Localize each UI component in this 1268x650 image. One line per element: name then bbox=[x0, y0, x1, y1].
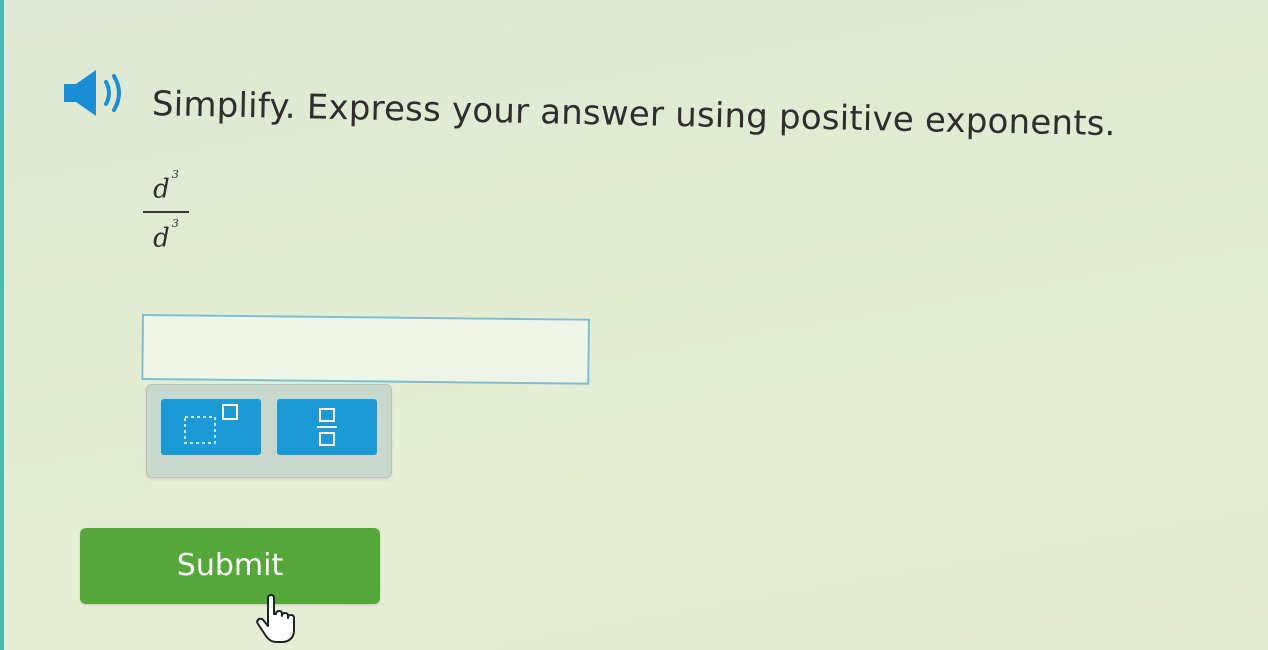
fraction-numerator: d3 bbox=[136, 168, 196, 205]
hand-pointer-cursor-icon bbox=[256, 594, 295, 643]
submit-button[interactable]: Submit bbox=[80, 528, 380, 604]
fraction-template-button[interactable] bbox=[277, 399, 377, 455]
speaker-icon bbox=[64, 70, 121, 116]
numerator-exponent: 3 bbox=[171, 168, 179, 181]
question-prompt: Simplify. Express your answer using posi… bbox=[151, 84, 1117, 145]
exponent-template-icon bbox=[184, 404, 238, 444]
fraction-denominator: d3 bbox=[136, 216, 196, 254]
numerator-base: d bbox=[153, 174, 170, 205]
exponent-template-button[interactable] bbox=[161, 399, 261, 455]
audio-speaker-button[interactable] bbox=[62, 68, 128, 118]
denominator-exponent: 3 bbox=[171, 216, 179, 230]
fraction-template-icon bbox=[317, 408, 337, 446]
answer-input[interactable] bbox=[141, 314, 590, 385]
left-edge-accent bbox=[0, 0, 4, 650]
denominator-base: d bbox=[153, 223, 170, 254]
problem-fraction: d3 d3 bbox=[136, 168, 196, 254]
fraction-bar bbox=[143, 210, 189, 213]
math-palette bbox=[146, 384, 392, 478]
